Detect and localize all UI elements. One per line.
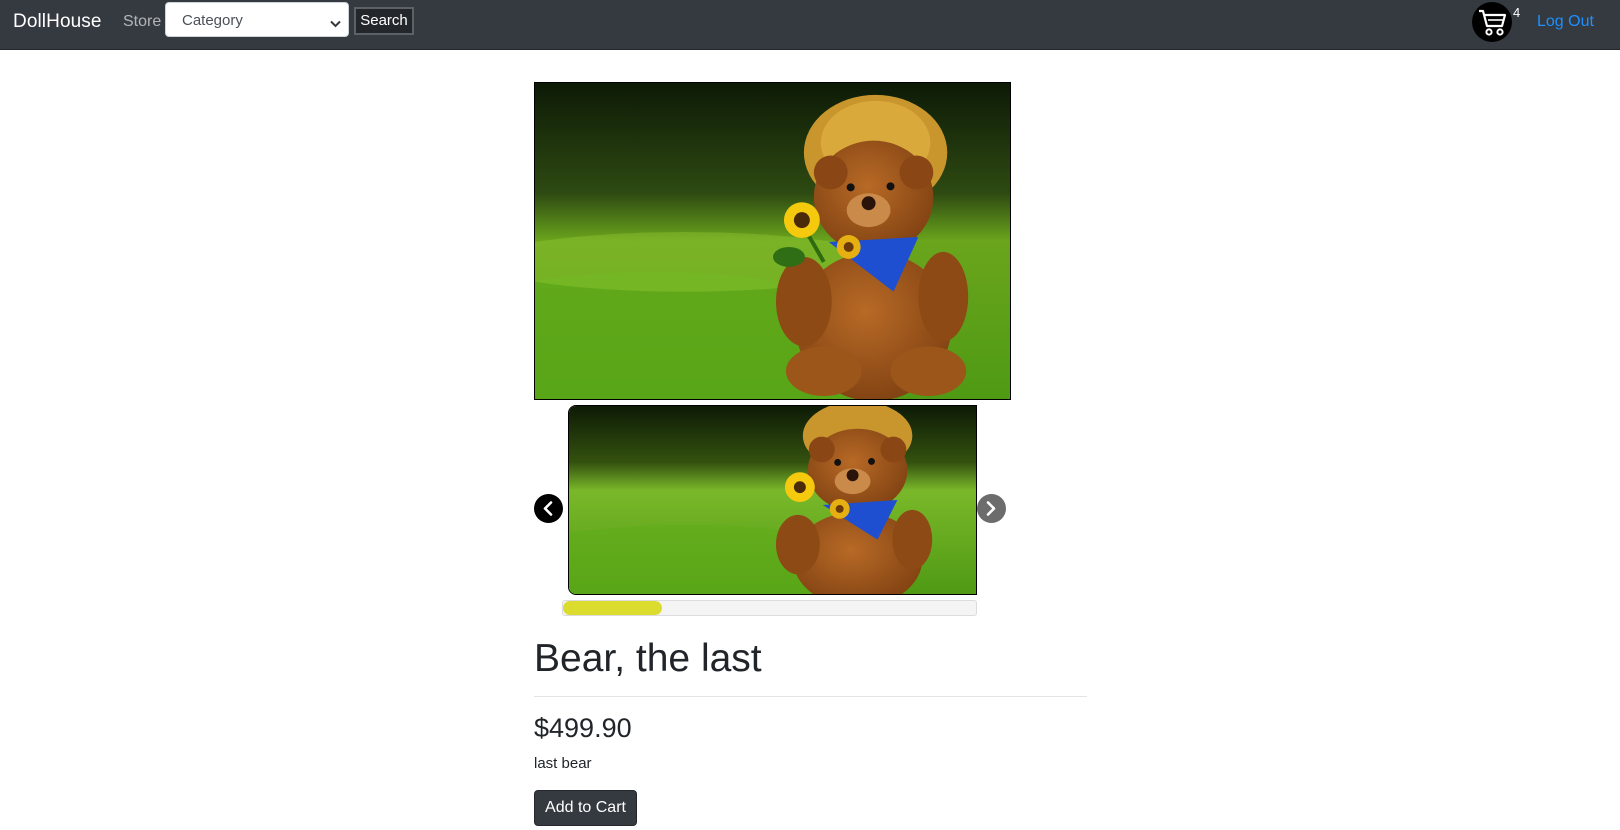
category-select-value: Category [182,12,243,29]
logout-link[interactable]: Log Out [1537,13,1594,31]
nav-link-store[interactable]: Store [123,13,161,31]
carousel-next-button[interactable] [977,494,1006,523]
cart-count-badge: 4 [1513,5,1521,20]
product-description: last bear [534,755,592,772]
cart-icon [1479,9,1507,36]
category-select[interactable]: Category [165,2,349,37]
divider [534,696,1087,697]
carousel-prev-button[interactable] [534,494,563,523]
top-navbar: DollHouse Store Category Search 4 Log Ou… [0,0,1620,50]
product-price: $499.90 [534,713,632,743]
chevron-down-icon [330,15,341,33]
chevron-left-icon [543,501,553,516]
add-to-cart-button[interactable]: Add to Cart [534,790,637,826]
gallery-scroll-progress[interactable] [562,600,977,616]
search-button[interactable]: Search [354,7,414,35]
gallery-scroll-progress-fill [563,601,663,615]
product-thumbnail-image[interactable] [568,405,977,595]
brand-logo-link[interactable]: DollHouse [13,11,102,33]
product-title: Bear, the last [534,637,762,680]
chevron-right-icon [986,501,996,516]
cart-button[interactable] [1472,2,1512,42]
product-main-image [534,82,1011,400]
